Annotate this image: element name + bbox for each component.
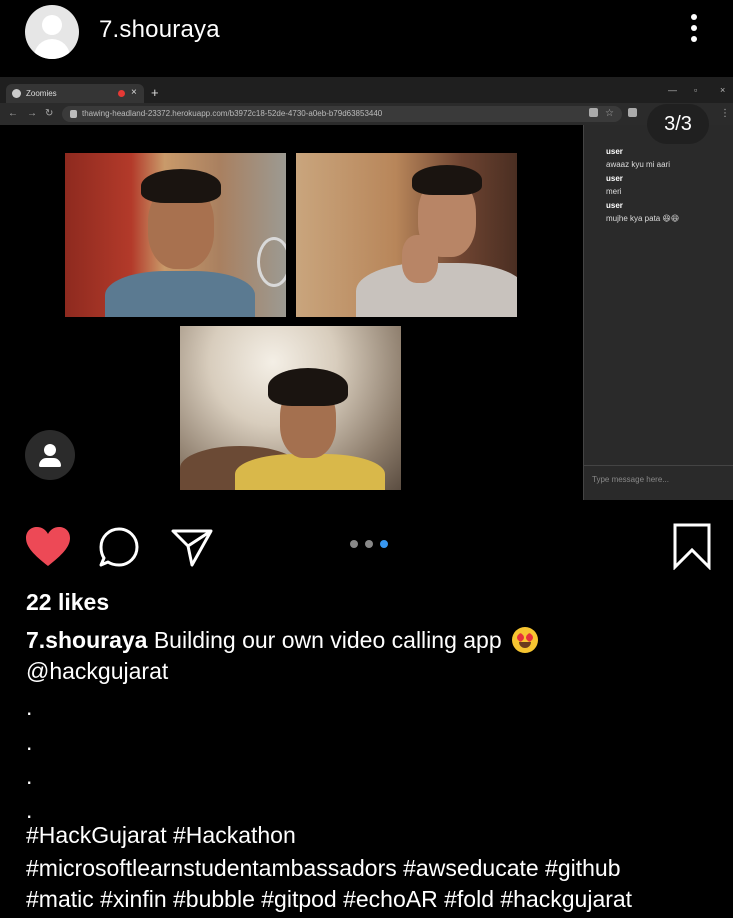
url-text: thawing-headland-23372.herokuapp.com/b39… [82,109,383,118]
chat-message: awaaz kyu mi aari [606,160,671,169]
avatar-shoulders [34,39,70,59]
tab-favicon-icon [12,89,21,98]
browser-tabstrip: Zoomies × + — ▫ × [0,77,733,103]
browser-tab[interactable]: Zoomies × [6,84,144,103]
back-icon[interactable]: ← [8,108,18,119]
video-tile-1 [65,153,286,317]
minimize-icon[interactable]: — [668,85,677,95]
tab-title: Zoomies [26,89,57,98]
hashtags-line[interactable]: #HackGujarat #Hackathon [26,822,726,849]
url-field[interactable]: thawing-headland-23372.herokuapp.com/b39… [62,106,622,122]
post-header: 7.shouraya [0,0,733,62]
lock-icon [70,110,77,118]
forward-icon[interactable]: → [27,108,37,119]
chat-sender: user [606,174,623,183]
like-heart-icon[interactable] [25,526,71,568]
restore-icon[interactable]: ▫ [694,85,697,95]
comment-icon[interactable] [98,526,140,568]
caption-period: . [26,763,33,789]
carousel-dot [365,540,373,548]
browser-menu-icon[interactable]: ⋮ [720,108,730,119]
window-close-icon[interactable]: × [720,85,725,95]
share-icon[interactable] [170,526,214,568]
post-caption: 7.shouraya Building our own video callin… [26,624,716,657]
user-tags-icon[interactable] [25,430,75,480]
chat-panel: user awaaz kyu mi aari user meri user mu… [583,125,733,500]
mention-link[interactable]: @hackgujarat [26,658,168,685]
video-tile-3 [180,326,401,490]
star-struck-emoji-icon [512,627,539,653]
video-stage [0,125,582,500]
recording-icon [118,90,125,97]
camera-icon[interactable] [589,108,598,117]
likes-count[interactable]: 22 likes [26,589,109,616]
hashtags-line[interactable]: #microsoftlearnstudentambassadors #awsed… [26,855,726,882]
carousel-counter: 3/3 [647,104,709,144]
caption-period: . [26,797,33,823]
caption-text: Building our own video calling app [153,627,502,653]
chat-divider [584,465,733,466]
chat-input[interactable]: Type message here... [592,475,669,484]
star-icon[interactable]: ☆ [605,108,614,119]
profile-avatar[interactable] [25,5,79,59]
hashtags-line[interactable]: #matic #xinfin #bubble #gitpod #echoAR #… [26,886,726,913]
avatar-head [42,15,62,35]
chat-message: meri [606,187,622,196]
caption-period: . [26,694,33,720]
chat-sender: user [606,201,623,210]
post-username[interactable]: 7.shouraya [99,16,220,44]
carousel-dot [350,540,358,548]
chat-message: mujhe kya pata 😆😆 [606,214,680,223]
browser-address-bar: ← → ↻ thawing-headland-23372.herokuapp.c… [0,103,733,125]
caption-username[interactable]: 7.shouraya [26,627,147,653]
new-tab-icon[interactable]: + [151,85,159,100]
more-options-icon[interactable] [684,14,704,48]
video-tile-2 [296,153,517,317]
reload-icon[interactable]: ↻ [45,108,53,119]
chat-sender: user [606,147,623,156]
extension-icon[interactable] [628,108,637,117]
post-actions [0,518,733,576]
bookmark-icon[interactable] [672,522,712,570]
tab-close-icon[interactable]: × [131,87,137,98]
carousel-dot-active [380,540,388,548]
post-media[interactable]: Zoomies × + — ▫ × ← → ↻ thawing-headland… [0,77,733,500]
caption-period: . [26,729,33,755]
carousel-dots [350,540,390,550]
